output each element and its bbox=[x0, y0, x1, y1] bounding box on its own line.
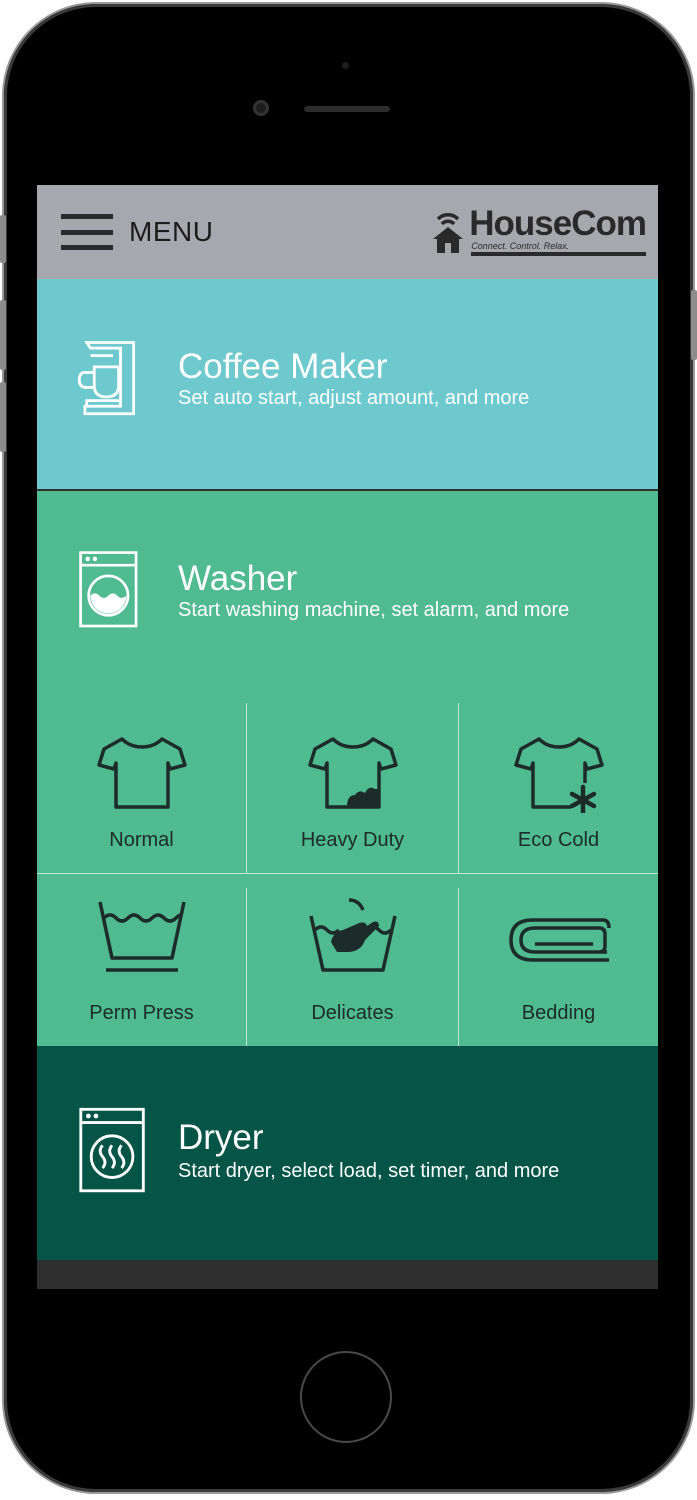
washer-title: Washer bbox=[178, 559, 298, 598]
dryer-subtitle: Start dryer, select load, set timer, and… bbox=[178, 1160, 560, 1182]
mode-label: Perm Press bbox=[89, 1002, 194, 1024]
mode-label: Heavy Duty bbox=[300, 829, 405, 851]
mode-label: Normal bbox=[109, 829, 174, 851]
washer-panel: Washer Start washing machine, set alarm,… bbox=[37, 491, 658, 1046]
coffee-maker-panel: Coffee Maker Set auto start, adjust amou… bbox=[37, 279, 658, 489]
hamburger-icon bbox=[61, 214, 113, 250]
coffee-maker-icon bbox=[77, 341, 136, 416]
menu-button[interactable]: MENU bbox=[61, 214, 213, 250]
mode-label: Eco Cold bbox=[517, 829, 600, 851]
volume-up-button bbox=[0, 300, 6, 370]
logo-name: HouseCom bbox=[469, 204, 647, 243]
coffee-maker-subtitle: Set auto start, adjust amount, and more bbox=[178, 387, 530, 409]
mode-bedding[interactable]: Bedding bbox=[459, 874, 658, 1044]
earpiece-speaker bbox=[304, 106, 390, 112]
mode-label: Delicates bbox=[311, 1002, 394, 1024]
mode-label: Bedding bbox=[521, 1002, 596, 1024]
washer-row[interactable]: Washer Start washing machine, set alarm,… bbox=[37, 491, 658, 701]
mode-normal[interactable]: Normal bbox=[37, 703, 246, 873]
logo-tagline: Connect. Control. Relax. bbox=[471, 241, 646, 256]
menu-label: MENU bbox=[129, 216, 214, 247]
wifi-house-icon bbox=[433, 213, 464, 253]
next-panel-edge bbox=[37, 1260, 658, 1289]
stained-tshirt-icon bbox=[307, 737, 398, 809]
coffee-maker-row[interactable]: Coffee Maker Set auto start, adjust amou… bbox=[37, 279, 658, 489]
power-button bbox=[691, 290, 697, 360]
dryer-row[interactable]: Dryer Start dryer, select load, set time… bbox=[37, 1046, 658, 1260]
app-screen: MENU HouseCom Connect. Control. Relax. C… bbox=[37, 185, 658, 1289]
washer-mode-grid: Normal Heavy Duty Eco Cold Perm Press De… bbox=[37, 703, 658, 1046]
front-camera bbox=[253, 100, 269, 116]
dryer-icon bbox=[79, 1107, 145, 1193]
washer-subtitle: Start washing machine, set alarm, and mo… bbox=[178, 599, 570, 621]
top-bar: MENU HouseCom Connect. Control. Relax. bbox=[37, 185, 658, 279]
coffee-maker-title: Coffee Maker bbox=[178, 347, 388, 386]
tshirt-snowflake-icon bbox=[513, 737, 604, 813]
mode-heavy-duty[interactable]: Heavy Duty bbox=[247, 703, 458, 873]
mode-perm-press[interactable]: Perm Press bbox=[37, 874, 246, 1044]
proximity-sensor bbox=[342, 62, 349, 69]
washing-machine-icon bbox=[79, 551, 138, 628]
housecom-logo: HouseCom Connect. Control. Relax. bbox=[431, 204, 647, 257]
wash-basin-icon bbox=[97, 901, 186, 972]
folded-blanket-icon bbox=[508, 918, 611, 962]
tshirt-icon bbox=[96, 737, 187, 809]
mute-switch bbox=[0, 215, 6, 263]
home-button[interactable] bbox=[300, 1351, 392, 1443]
hand-wash-icon bbox=[308, 898, 397, 972]
dryer-panel: Dryer Start dryer, select load, set time… bbox=[37, 1046, 658, 1260]
mode-delicates[interactable]: Delicates bbox=[247, 874, 458, 1044]
dryer-title: Dryer bbox=[178, 1118, 264, 1157]
mode-eco-cold[interactable]: Eco Cold bbox=[459, 703, 658, 873]
volume-down-button bbox=[0, 382, 6, 452]
